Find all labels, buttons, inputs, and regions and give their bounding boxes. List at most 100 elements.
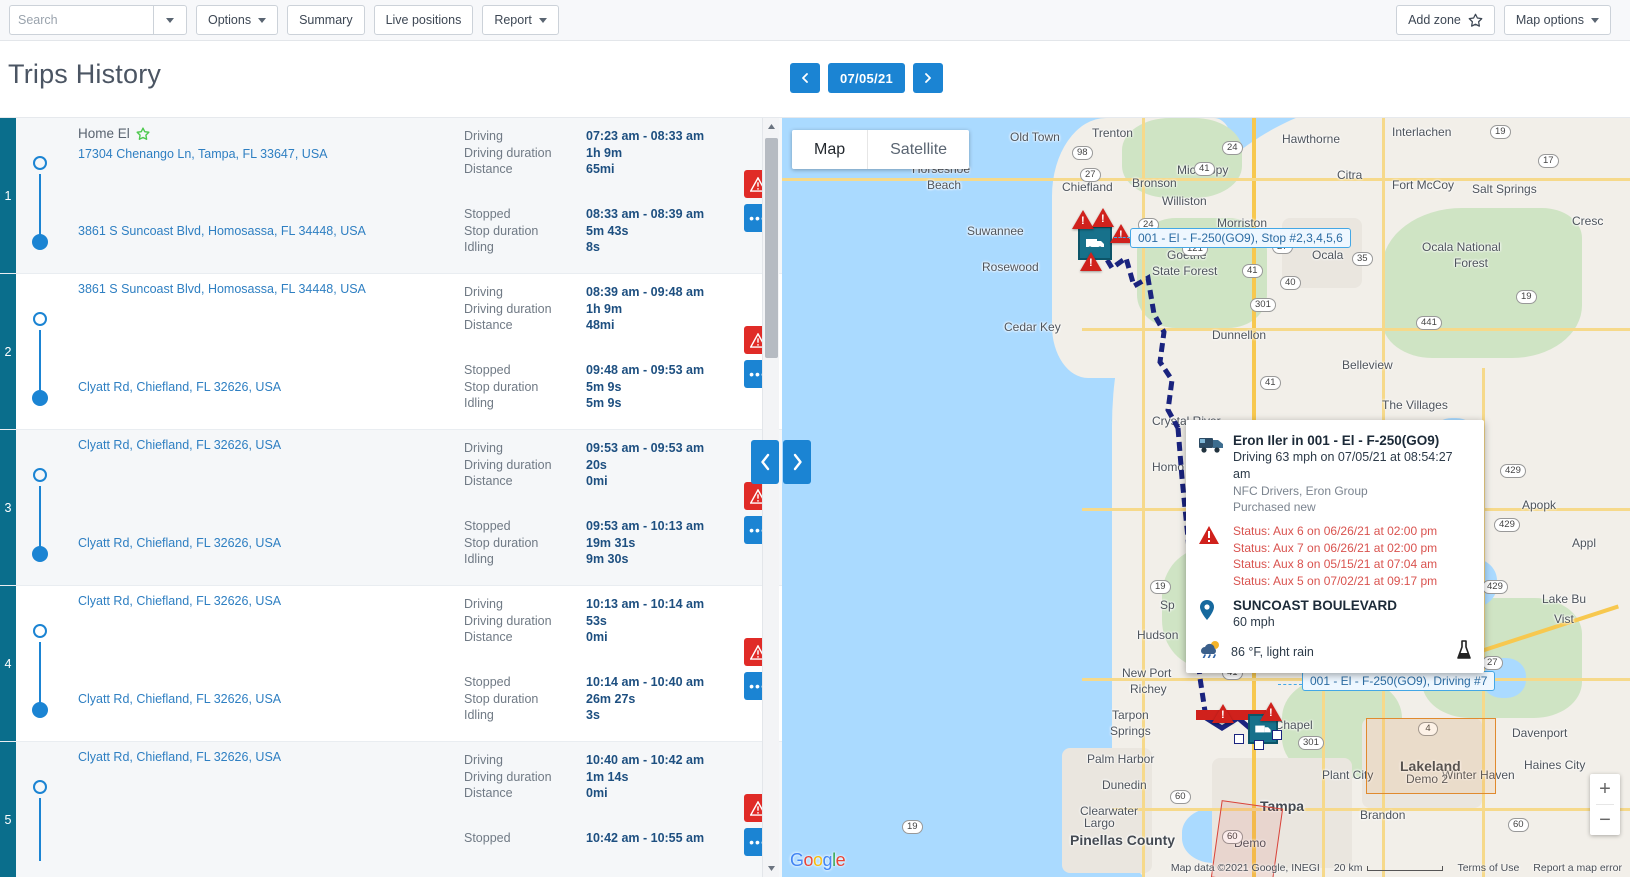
trip-end-address[interactable]: Clyatt Rd, Chiefland, FL 32626, USA xyxy=(78,380,281,394)
label-driving: Driving xyxy=(464,285,503,299)
truck-icon xyxy=(1198,432,1224,515)
trip-stop-stats: Stopped Stop duration Idling 10:14 am - 10:… xyxy=(464,674,704,724)
scroll-up-button[interactable] xyxy=(763,118,780,135)
map-label-leader xyxy=(1278,684,1302,685)
map-info-window[interactable]: Eron Iler in 001 - El - F-250(GO9) Drivi… xyxy=(1186,420,1484,673)
map-type-map-button[interactable]: Map xyxy=(792,130,868,169)
plus-icon: + xyxy=(1599,777,1611,800)
current-date-button[interactable]: 07/05/21 xyxy=(828,63,906,93)
trip-end-block: Clyatt Rd, Chiefland, FL 32626, USA xyxy=(78,692,281,706)
label-stop-duration: Stop duration xyxy=(464,379,539,394)
google-map[interactable]: 001 - El - F-250(GO9), Stop #2,3,4,5,6 0… xyxy=(782,118,1630,877)
trip-statistics: Driving Driving duration Distance 09:53 am … xyxy=(464,430,722,585)
trip-addresses: Home El 17304 Chenango Ln, Tampa, FL 3364… xyxy=(60,118,464,273)
trip-stop-stat-labels: Stopped Stop duration Idling xyxy=(464,518,586,568)
value-stop-duration: 5m 43s xyxy=(586,223,629,238)
trip-start-address[interactable]: Clyatt Rd, Chiefland, FL 32626, USA xyxy=(78,594,281,608)
map-type-satellite-button[interactable]: Satellite xyxy=(868,130,970,169)
search-dropdown-button[interactable] xyxy=(153,5,187,35)
prev-day-button[interactable] xyxy=(790,63,820,93)
value-driving-duration: 1h 9m xyxy=(586,301,623,316)
map-waypoint-box[interactable] xyxy=(1234,734,1244,744)
trip-end-address[interactable]: 3861 S Suncoast Blvd, Homosassa, FL 3444… xyxy=(78,224,366,238)
map-pill-driving[interactable]: 001 - El - F-250(GO9), Driving #7 xyxy=(1302,671,1496,691)
zoom-in-button[interactable]: + xyxy=(1590,774,1620,804)
trip-row[interactable]: 1 Home El 17304 Chenango Ln, Tampa, FL 336… xyxy=(0,118,782,274)
trip-start-name: Home El xyxy=(78,126,328,141)
label-driving: Driving xyxy=(464,441,503,455)
label-distance: Distance xyxy=(464,630,513,644)
trip-index: 5 xyxy=(0,742,16,877)
lab-flask-icon[interactable] xyxy=(1456,640,1472,665)
scrollbar-thumb[interactable] xyxy=(765,138,778,358)
expand-panel-button[interactable] xyxy=(783,440,811,484)
next-day-button[interactable] xyxy=(913,63,944,93)
trip-timeline xyxy=(16,742,60,877)
chevron-down-icon xyxy=(166,17,174,23)
trip-start-address[interactable]: Clyatt Rd, Chiefland, FL 32626, USA xyxy=(78,750,281,764)
add-zone-button[interactable]: Add zone xyxy=(1396,5,1495,35)
label-driving-duration: Driving duration xyxy=(464,145,552,160)
label-stopped: Stopped xyxy=(464,363,511,377)
live-positions-button[interactable]: Live positions xyxy=(373,5,474,35)
map-options-button[interactable]: Map options xyxy=(1503,5,1611,35)
trip-addresses: 3861 S Suncoast Blvd, Homosassa, FL 3444… xyxy=(60,274,464,429)
trip-stop-stat-labels: Stopped xyxy=(464,830,586,847)
map-alert-icon[interactable] xyxy=(1260,702,1282,721)
trip-stop-stat-values: 10:42 am - 10:55 am xyxy=(586,830,704,847)
report-button[interactable]: Report xyxy=(482,5,559,35)
trip-row[interactable]: 4 Clyatt Rd, Chiefland, FL 32626, USA Clya… xyxy=(0,586,782,742)
map-waypoint-box[interactable] xyxy=(1272,730,1282,740)
trip-statistics: Driving Driving duration Distance 10:40 am … xyxy=(464,742,722,877)
trip-row[interactable]: 5 Clyatt Rd, Chiefland, FL 32626, USA Driv… xyxy=(0,742,782,877)
trip-start-address[interactable]: Clyatt Rd, Chiefland, FL 32626, USA xyxy=(78,438,281,452)
value-driving-duration: 1m 14s xyxy=(586,769,629,784)
value-driving-time: 09:53 am - 09:53 am xyxy=(586,441,705,455)
trip-stop-stat-values: 09:53 am - 10:13 am 19m 31s 9m 30s xyxy=(586,518,704,568)
value-distance: 65mi xyxy=(586,162,615,176)
value-stopped-time: 09:53 am - 10:13 am xyxy=(586,519,705,533)
panel-splitter-controls xyxy=(751,440,811,484)
map-terms-link[interactable]: Terms of Use xyxy=(1457,862,1519,874)
scroll-down-button[interactable] xyxy=(763,860,780,877)
trip-end-block: Clyatt Rd, Chiefland, FL 32626, USA xyxy=(78,380,281,394)
value-driving-time: 08:39 am - 09:48 am xyxy=(586,285,705,299)
trips-list[interactable]: 1 Home El 17304 Chenango Ln, Tampa, FL 336… xyxy=(0,118,782,877)
map-alert-icon[interactable] xyxy=(1080,252,1102,271)
trip-start-block: Home El 17304 Chenango Ln, Tampa, FL 3364… xyxy=(78,126,328,161)
trip-driving-stats: Driving Driving duration Distance 07:23 am … xyxy=(464,128,704,178)
map-waypoint-box[interactable] xyxy=(1254,740,1264,750)
map-zoom-controls: + − xyxy=(1590,774,1620,835)
zoom-out-button[interactable]: − xyxy=(1590,805,1620,835)
trip-row[interactable]: 3 Clyatt Rd, Chiefland, FL 32626, USA Clya… xyxy=(0,430,782,586)
map-alert-icon[interactable] xyxy=(1110,224,1132,243)
trip-end-marker-icon xyxy=(32,546,48,562)
map-report-error-link[interactable]: Report a map error xyxy=(1533,862,1622,874)
search-input[interactable] xyxy=(9,5,153,35)
collapse-panel-button[interactable] xyxy=(751,440,779,484)
trip-row[interactable]: 2 3861 S Suncoast Blvd, Homosassa, FL 344… xyxy=(0,274,782,430)
trip-index: 2 xyxy=(0,274,16,429)
label-idling: Idling xyxy=(464,240,494,254)
info-alert-line: Status: Aux 7 on 06/26/21 at 02:00 pm xyxy=(1233,540,1438,555)
value-driving-time: 10:13 am - 10:14 am xyxy=(586,597,705,611)
trip-timeline xyxy=(16,586,60,741)
map-scale-bar xyxy=(1367,865,1444,871)
value-driving-time: 07:23 am - 08:33 am xyxy=(586,129,705,143)
value-idling: 9m 30s xyxy=(586,552,629,566)
map-attribution: Map data ©2021 Google, INEGI xyxy=(1170,862,1320,874)
info-place-speed: 60 mph xyxy=(1233,615,1275,629)
value-driving-duration: 20s xyxy=(586,457,607,472)
map-alert-icon[interactable] xyxy=(1212,704,1234,723)
map-alert-icon[interactable] xyxy=(1072,210,1094,229)
trip-end-address[interactable]: Clyatt Rd, Chiefland, FL 32626, USA xyxy=(78,536,281,550)
value-stop-duration: 26m 27s xyxy=(586,691,636,706)
trip-start-address[interactable]: 3861 S Suncoast Blvd, Homosassa, FL 3444… xyxy=(78,282,366,296)
options-button[interactable]: Options xyxy=(196,5,279,35)
summary-button[interactable]: Summary xyxy=(287,5,365,35)
trips-list-scrollbar[interactable] xyxy=(762,118,779,877)
map-pill-stop[interactable]: 001 - El - F-250(GO9), Stop #2,3,4,5,6 xyxy=(1130,228,1351,248)
trip-driving-stat-labels: Driving Driving duration Distance xyxy=(464,284,586,334)
trip-start-address[interactable]: 17304 Chenango Ln, Tampa, FL 33647, USA xyxy=(78,147,328,161)
trip-end-address[interactable]: Clyatt Rd, Chiefland, FL 32626, USA xyxy=(78,692,281,706)
